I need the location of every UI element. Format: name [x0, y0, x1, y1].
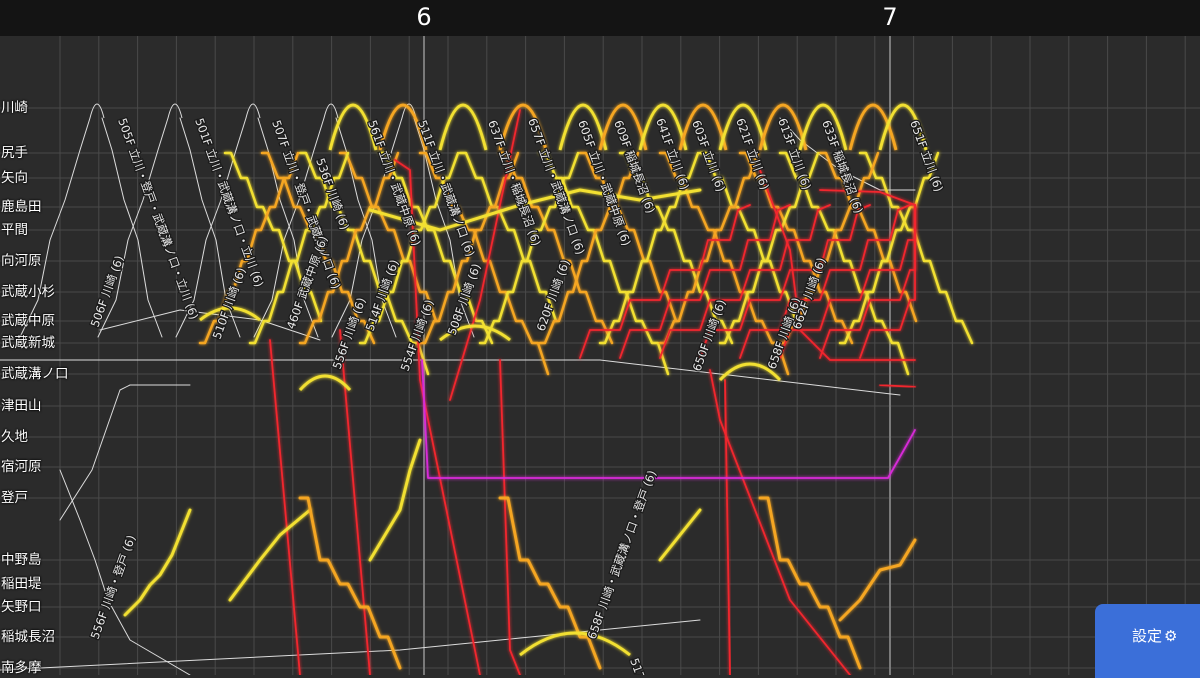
station-label: 南多摩 [1, 660, 42, 676]
train-label: 650F 川崎 (6) [690, 298, 729, 373]
train-line-red [579, 204, 751, 359]
station-label: 武蔵小杉 [1, 284, 55, 300]
train-label: 505F 立川・登戸・武蔵溝ノ口・立川 (6) [115, 116, 201, 321]
train-turnaround [167, 103, 183, 119]
train-line-orange [758, 496, 862, 670]
train-label: 658F 川崎・武蔵溝ノ口・登戸 (6) [585, 468, 659, 641]
station-label: 矢向 [1, 170, 28, 186]
train-line-red [269, 339, 301, 675]
station-label: 武蔵中原 [1, 313, 55, 329]
train-label: 517F [627, 656, 650, 675]
train-line-yellow [368, 438, 422, 562]
station-label: 稲城長沼 [1, 629, 55, 645]
train-line-orange [858, 151, 974, 345]
hour-label-6: 6 [416, 3, 432, 31]
train-turnaround [245, 103, 261, 119]
train-label: 561F 立川・武蔵中原 (6) [365, 118, 424, 247]
settings-button[interactable]: 設定 ⚙ [1095, 604, 1200, 678]
train-turnaround [323, 103, 339, 119]
station-label: 平間 [1, 222, 28, 238]
station-label: 宿河原 [1, 459, 42, 475]
station-label: 久地 [1, 429, 28, 445]
station-label: 武蔵溝ノ口 [1, 366, 69, 382]
train-line-red [499, 359, 521, 675]
train-line-red [339, 329, 371, 675]
train-line-magenta [421, 359, 916, 479]
train-line-orange [298, 496, 402, 670]
train-line-orange [838, 538, 917, 622]
settings-label: 設定 [1132, 627, 1163, 645]
time-header: 6 7 [0, 0, 1200, 36]
train-label: 556F 川崎・登戸 (6) [88, 533, 139, 641]
train-turnaround [438, 103, 488, 151]
train-turnaround [89, 103, 105, 119]
train-line-yellow [228, 508, 312, 602]
train-line-yellow [658, 508, 702, 562]
hour-label-7: 7 [882, 3, 898, 31]
station-label: 鹿島田 [1, 199, 42, 215]
train-line-red [709, 369, 851, 675]
station-label: 登戸 [1, 490, 28, 506]
train-turnaround [298, 374, 352, 392]
station-label: 向河原 [1, 253, 42, 269]
station-label: 尻手 [1, 145, 28, 161]
train-diagram[interactable]: 505F 立川・登戸・武蔵溝ノ口・立川 (6)501F 立川・武蔵溝ノ口・立川 … [0, 36, 1200, 675]
station-label: 中野島 [1, 552, 42, 568]
train-line-white [19, 117, 91, 338]
train-label: 651F 立川 (6) [907, 118, 946, 193]
train-line-orange [498, 496, 602, 670]
train-line-red [879, 384, 916, 388]
station-label: 武蔵新城 [1, 335, 55, 351]
train-label: 603F 立川 (6) [689, 118, 728, 193]
station-label: 川崎 [1, 100, 28, 116]
train-line-orange [478, 151, 580, 345]
station-label: 津田山 [1, 398, 42, 414]
gear-icon: ⚙ [1164, 627, 1178, 645]
train-labels: 505F 立川・登戸・武蔵溝ノ口・立川 (6)501F 立川・武蔵溝ノ口・立川 … [86, 115, 947, 675]
station-label: 矢野口 [1, 599, 42, 615]
train-label: 460F 武蔵中原 (6) [284, 234, 331, 331]
train-line-red [739, 204, 911, 359]
train-line-red [724, 379, 731, 675]
train-line-red [819, 189, 916, 206]
train-line-yellow [123, 508, 192, 617]
train-line-white [59, 384, 191, 521]
station-label: 稲田堤 [1, 576, 42, 592]
